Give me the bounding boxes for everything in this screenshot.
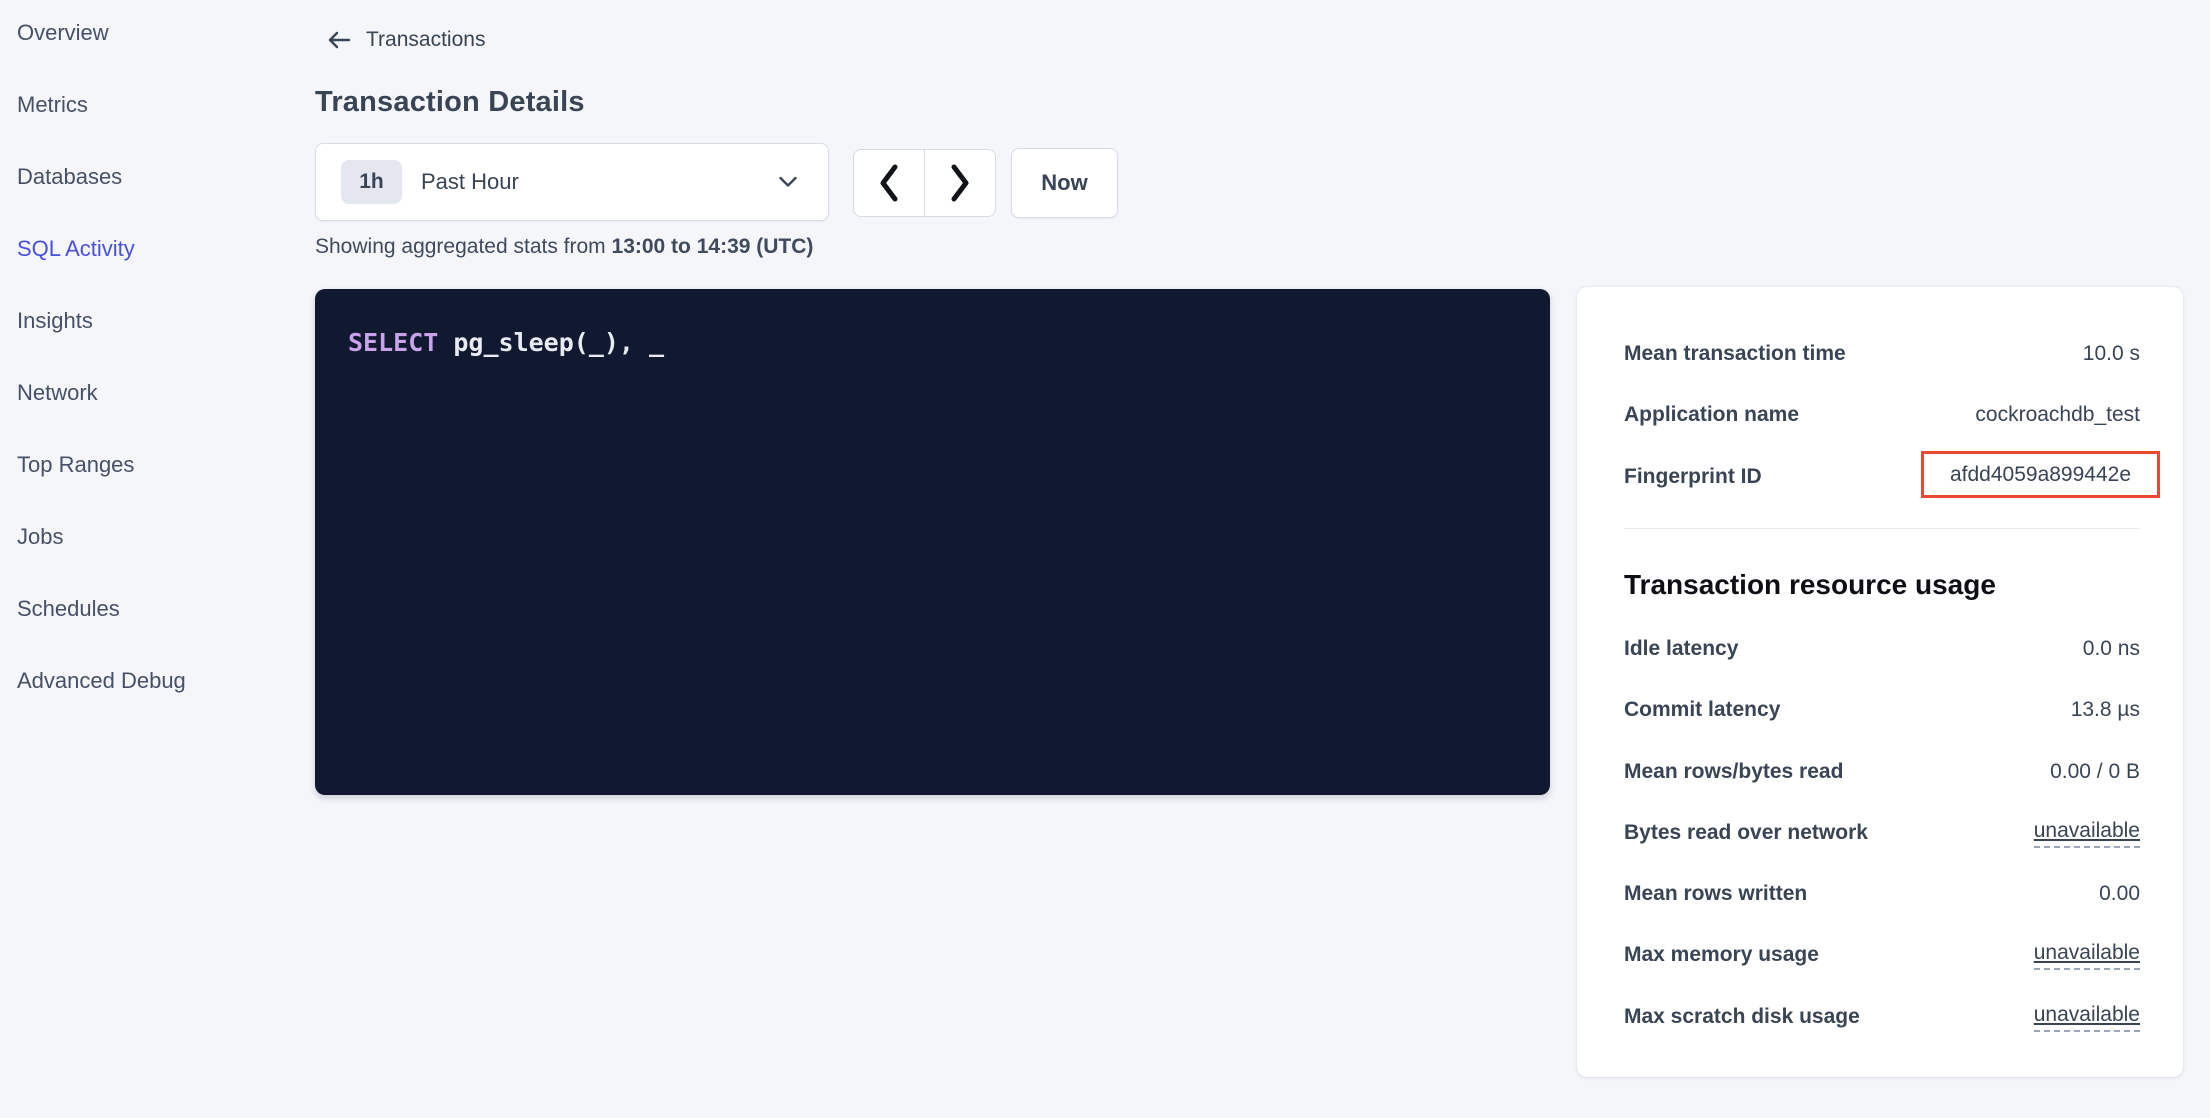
sidebar: Overview Metrics Databases SQL Activity … bbox=[0, 0, 300, 717]
mean-rows-bytes-read-row: Mean rows/bytes read 0.00 / 0 B bbox=[1624, 757, 2140, 787]
sql-statement-body: pg_sleep(_), _ bbox=[438, 328, 664, 357]
idle-latency-value: 0.0 ns bbox=[2083, 637, 2140, 661]
breadcrumb-label[interactable]: Transactions bbox=[366, 28, 485, 52]
time-range-label: Past Hour bbox=[421, 169, 519, 195]
status-line: Showing aggregated stats from 13:00 to 1… bbox=[315, 233, 813, 261]
chevron-right-icon bbox=[949, 163, 971, 203]
application-name-label: Application name bbox=[1624, 403, 1799, 427]
fingerprint-id-label: Fingerprint ID bbox=[1624, 465, 1762, 489]
mean-rows-bytes-read-value: 0.00 / 0 B bbox=[2050, 760, 2140, 784]
time-range-dropdown[interactable]: 1h Past Hour bbox=[315, 143, 829, 221]
max-memory-usage-label: Max memory usage bbox=[1624, 943, 1819, 967]
transaction-details-card: Mean transaction time 10.0 s Application… bbox=[1577, 287, 2183, 1077]
sidebar-item-databases[interactable]: Databases bbox=[0, 141, 300, 213]
max-scratch-disk-usage-label: Max scratch disk usage bbox=[1624, 1005, 1860, 1029]
mean-rows-written-label: Mean rows written bbox=[1624, 882, 1807, 906]
resource-usage-section-title: Transaction resource usage bbox=[1624, 568, 1996, 602]
back-arrow-icon[interactable] bbox=[327, 30, 351, 50]
mean-rows-written-value: 0.00 bbox=[2099, 882, 2140, 906]
sidebar-item-metrics[interactable]: Metrics bbox=[0, 69, 300, 141]
status-range: 13:00 to 14:39 (UTC) bbox=[612, 235, 814, 258]
sql-statement: SELECT pg_sleep(_), _ bbox=[348, 328, 664, 357]
mean-rows-bytes-read-label: Mean rows/bytes read bbox=[1624, 760, 1843, 784]
max-scratch-disk-usage-row: Max scratch disk usage unavailable bbox=[1624, 1002, 2140, 1032]
sidebar-item-top-ranges[interactable]: Top Ranges bbox=[0, 429, 300, 501]
time-pager bbox=[853, 149, 996, 217]
commit-latency-label: Commit latency bbox=[1624, 698, 1780, 722]
mean-transaction-time-label: Mean transaction time bbox=[1624, 342, 1846, 366]
sidebar-item-schedules[interactable]: Schedules bbox=[0, 573, 300, 645]
chevron-left-icon bbox=[878, 163, 900, 203]
page-title: Transaction Details bbox=[315, 84, 585, 120]
status-prefix: Showing aggregated stats from bbox=[315, 235, 612, 258]
card-divider bbox=[1624, 528, 2140, 529]
commit-latency-value: 13.8 µs bbox=[2071, 698, 2140, 722]
bytes-read-over-network-row: Bytes read over network unavailable bbox=[1624, 818, 2140, 848]
sql-keyword: SELECT bbox=[348, 328, 438, 357]
sidebar-item-overview[interactable]: Overview bbox=[0, 0, 300, 69]
next-time-button[interactable] bbox=[924, 149, 996, 217]
chevron-down-icon bbox=[778, 175, 798, 189]
fingerprint-highlight-box: afdd4059a899442e bbox=[1921, 451, 2160, 498]
sidebar-item-sql-activity[interactable]: SQL Activity bbox=[0, 213, 300, 285]
application-name-value: cockroachdb_test bbox=[1975, 403, 2140, 427]
breadcrumb[interactable]: Transactions bbox=[327, 26, 485, 54]
prev-time-button[interactable] bbox=[853, 149, 925, 217]
sidebar-item-advanced-debug[interactable]: Advanced Debug bbox=[0, 645, 300, 717]
max-memory-usage-value[interactable]: unavailable bbox=[2034, 941, 2140, 970]
sql-statement-box: SELECT pg_sleep(_), _ bbox=[315, 289, 1550, 795]
application-name-row: Application name cockroachdb_test bbox=[1624, 400, 2140, 430]
max-memory-usage-row: Max memory usage unavailable bbox=[1624, 940, 2140, 970]
sidebar-item-network[interactable]: Network bbox=[0, 357, 300, 429]
fingerprint-id-value: afdd4059a899442e bbox=[1950, 463, 2131, 487]
now-button[interactable]: Now bbox=[1011, 148, 1118, 218]
commit-latency-row: Commit latency 13.8 µs bbox=[1624, 695, 2140, 725]
bytes-read-over-network-value[interactable]: unavailable bbox=[2034, 819, 2140, 848]
mean-transaction-time-value: 10.0 s bbox=[2083, 342, 2140, 366]
time-range-badge: 1h bbox=[341, 160, 402, 204]
sidebar-item-jobs[interactable]: Jobs bbox=[0, 501, 300, 573]
bytes-read-over-network-label: Bytes read over network bbox=[1624, 821, 1868, 845]
idle-latency-label: Idle latency bbox=[1624, 637, 1738, 661]
max-scratch-disk-usage-value[interactable]: unavailable bbox=[2034, 1003, 2140, 1032]
mean-rows-written-row: Mean rows written 0.00 bbox=[1624, 879, 2140, 909]
sidebar-item-insights[interactable]: Insights bbox=[0, 285, 300, 357]
mean-transaction-time-row: Mean transaction time 10.0 s bbox=[1624, 339, 2140, 369]
idle-latency-row: Idle latency 0.0 ns bbox=[1624, 634, 2140, 664]
